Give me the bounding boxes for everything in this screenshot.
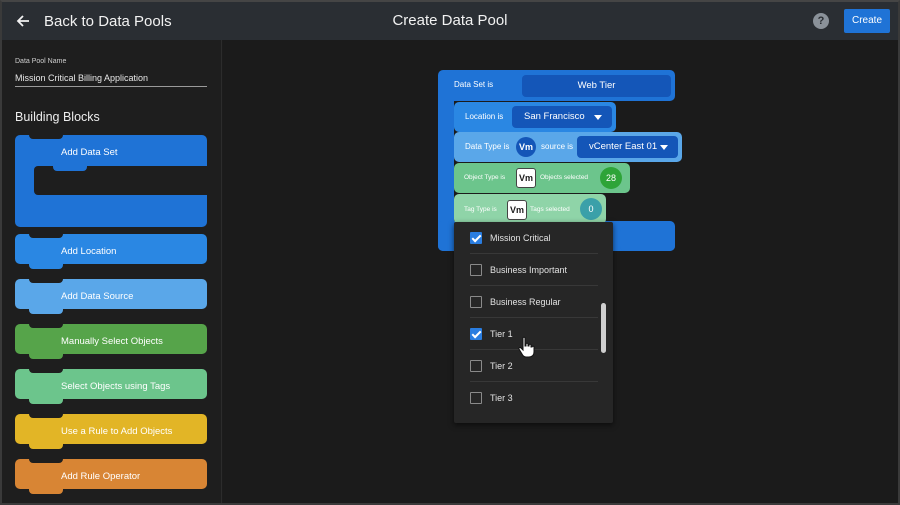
tag-option-tier-1[interactable]: Tier 1 <box>470 318 605 350</box>
block-label: Add Location <box>61 246 117 257</box>
objects-selected-label: Objects selected <box>540 174 589 181</box>
building-blocks-title: Building Blocks <box>15 110 100 124</box>
tag-option-tier-2[interactable]: Tier 2 <box>470 350 605 382</box>
tags-selected-count[interactable]: 0 <box>580 198 602 220</box>
create-button[interactable]: Create <box>844 9 890 33</box>
block-label: Select Objects using Tags <box>61 381 171 392</box>
sidebar: Data Pool Name Building Blocks Add Data … <box>2 40 222 503</box>
data-set-label: Data Set is <box>454 80 494 89</box>
block-tab <box>29 308 63 314</box>
tag-type-label: Tag Type is <box>464 206 497 213</box>
tag-option-label: Mission Critical <box>490 233 551 243</box>
source-dropdown[interactable]: vCenter East 01 <box>577 136 678 158</box>
checkbox-icon[interactable] <box>470 264 482 276</box>
block-tab <box>29 398 63 404</box>
block-tab <box>29 443 63 449</box>
source-label: source is <box>541 142 574 151</box>
checkbox-checked-icon[interactable] <box>470 328 482 340</box>
block-notch <box>29 458 63 463</box>
object-type-label: Object Type is <box>464 174 506 181</box>
block-label: Add Data Set <box>61 147 118 158</box>
tag-option-label: Business Regular <box>490 297 561 307</box>
block-tab <box>29 353 63 359</box>
block-label: Add Rule Operator <box>61 471 141 482</box>
location-dropdown[interactable]: San Francisco <box>512 106 612 128</box>
block-notch <box>29 134 63 139</box>
data-set-input[interactable]: Web Tier <box>522 75 671 97</box>
manually-select-objects-block[interactable]: Manually Select Objects <box>15 323 207 359</box>
checkbox-icon[interactable] <box>470 296 482 308</box>
data-set-block-footer-right <box>620 227 675 251</box>
tag-option-label: Business Important <box>490 265 568 275</box>
block-notch <box>29 323 63 328</box>
tag-option-mission-critical[interactable]: Mission Critical <box>470 222 605 254</box>
hand-pointer-icon <box>518 336 535 358</box>
data-pool-name-label: Data Pool Name <box>15 58 67 65</box>
add-rule-operator-block[interactable]: Add Rule Operator <box>15 458 207 494</box>
block-tab <box>29 263 63 269</box>
tags-selected-label: Tags selected <box>530 206 570 213</box>
back-label: Back to Data Pools <box>44 12 172 30</box>
checkbox-icon[interactable] <box>470 360 482 372</box>
tag-option-business-regular[interactable]: Business Regular <box>470 286 605 318</box>
checkbox-icon[interactable] <box>470 392 482 404</box>
add-data-source-block[interactable]: Add Data Source <box>15 278 207 314</box>
caret-down-icon <box>660 145 668 150</box>
use-rule-block[interactable]: Use a Rule to Add Objects <box>15 413 207 449</box>
vm-object-icon[interactable]: Vm <box>516 168 536 188</box>
tag-options-dropdown: Mission Critical Business Important Busi… <box>454 222 613 423</box>
arrow-left-icon <box>16 15 29 27</box>
block-notch <box>29 278 63 283</box>
tag-option-label: Tier 3 <box>490 393 513 403</box>
vm-type-icon[interactable]: Vm <box>516 137 536 157</box>
top-bar: Back to Data Pools Create Data Pool ? Cr… <box>2 2 898 40</box>
tag-option-tier-3[interactable]: Tier 3 <box>470 382 605 414</box>
vm-tag-icon[interactable]: Vm <box>507 200 527 220</box>
tag-option-label: Tier 2 <box>490 361 513 371</box>
data-pool-name-input[interactable] <box>15 69 207 87</box>
block-mouth-tab <box>53 166 87 171</box>
block-label: Use a Rule to Add Objects <box>61 426 173 437</box>
objects-selected-count: 28 <box>600 167 622 189</box>
checkbox-checked-icon[interactable] <box>470 232 482 244</box>
select-objects-using-tags-block[interactable]: Select Objects using Tags <box>15 368 207 404</box>
location-label: Location is <box>465 112 504 121</box>
help-icon[interactable]: ? <box>813 13 829 29</box>
add-location-block[interactable]: Add Location <box>15 233 207 269</box>
tag-option-label: Tier 1 <box>490 329 513 339</box>
source-value: vCenter East 01 <box>589 141 658 152</box>
block-notch <box>29 413 63 418</box>
block-tab <box>29 488 63 494</box>
block-label: Manually Select Objects <box>61 336 163 347</box>
block-label: Add Data Source <box>61 291 134 302</box>
block-notch <box>29 233 63 238</box>
dropdown-scrollbar[interactable] <box>601 303 606 353</box>
add-data-set-block[interactable]: Add Data Set <box>15 134 207 227</box>
block-notch <box>29 368 63 373</box>
location-value: San Francisco <box>524 111 585 122</box>
data-type-label: Data Type is <box>465 142 510 151</box>
back-button[interactable]: Back to Data Pools <box>16 10 172 32</box>
tag-option-business-important[interactable]: Business Important <box>470 254 605 286</box>
caret-down-icon <box>594 115 602 120</box>
